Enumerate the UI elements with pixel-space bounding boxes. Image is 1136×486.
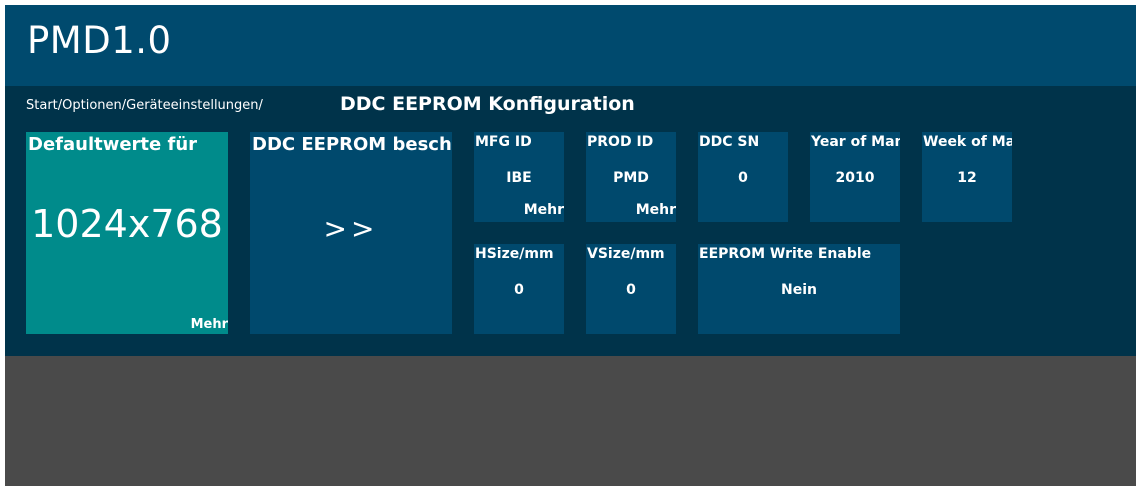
vsize-value: 0 xyxy=(626,282,636,298)
eeprom-write-enable-label: EEPROM Write Enable xyxy=(699,246,872,262)
year-of-manufacture-label: Year of Manufacture xyxy=(811,134,900,150)
week-of-manufacture-tile[interactable]: Week of Manufacture 12 xyxy=(922,132,1012,222)
eeprom-write-enable-value: Nein xyxy=(781,282,817,298)
mfg-id-label: MFG ID xyxy=(475,134,532,150)
write-eeprom-tile-title: DDC EEPROM beschreiben xyxy=(252,134,452,155)
page-title: DDC EEPROM Konfiguration xyxy=(340,93,635,115)
mfg-id-value: IBE xyxy=(506,170,532,186)
forward-arrow-icon: >> xyxy=(323,212,379,245)
app-header: PMD1.0 xyxy=(5,5,1136,86)
ddc-sn-value: 0 xyxy=(738,170,748,186)
defaults-tile[interactable]: Defaultwerte für 1024x768 Mehr xyxy=(26,132,228,334)
defaults-more-link[interactable]: Mehr xyxy=(191,317,228,332)
vsize-tile[interactable]: VSize/mm 0 xyxy=(586,244,676,334)
defaults-tile-title: Defaultwerte für xyxy=(28,134,198,155)
app-window: PMD1.0 Start/Optionen/Geräteeinstellunge… xyxy=(5,5,1136,486)
prod-id-value: PMD xyxy=(613,170,649,186)
config-panel: Start/Optionen/Geräteeinstellungen/ DDC … xyxy=(5,86,1136,356)
prod-id-label: PROD ID xyxy=(587,134,654,150)
breadcrumb[interactable]: Start/Optionen/Geräteeinstellungen/ xyxy=(26,98,263,114)
eeprom-write-enable-tile[interactable]: EEPROM Write Enable Nein xyxy=(698,244,900,334)
hsize-value: 0 xyxy=(514,282,524,298)
hsize-tile[interactable]: HSize/mm 0 xyxy=(474,244,564,334)
vsize-label: VSize/mm xyxy=(587,246,665,262)
ddc-sn-tile[interactable]: DDC SN 0 xyxy=(698,132,788,222)
resolution-value: 1024x768 xyxy=(31,202,223,246)
mfg-id-more-link[interactable]: Mehr xyxy=(524,202,564,218)
prod-id-tile[interactable]: PROD ID PMD Mehr xyxy=(586,132,676,222)
app-title: PMD1.0 xyxy=(27,19,172,62)
week-of-manufacture-label: Week of Manufacture xyxy=(923,134,1012,150)
write-eeprom-tile[interactable]: DDC EEPROM beschreiben >> xyxy=(250,132,452,334)
mfg-id-tile[interactable]: MFG ID IBE Mehr xyxy=(474,132,564,222)
year-of-manufacture-tile[interactable]: Year of Manufacture 2010 xyxy=(810,132,900,222)
ddc-sn-label: DDC SN xyxy=(699,134,760,150)
year-of-manufacture-value: 2010 xyxy=(835,170,875,186)
prod-id-more-link[interactable]: Mehr xyxy=(636,202,676,218)
hsize-label: HSize/mm xyxy=(475,246,554,262)
week-of-manufacture-value: 12 xyxy=(957,170,977,186)
